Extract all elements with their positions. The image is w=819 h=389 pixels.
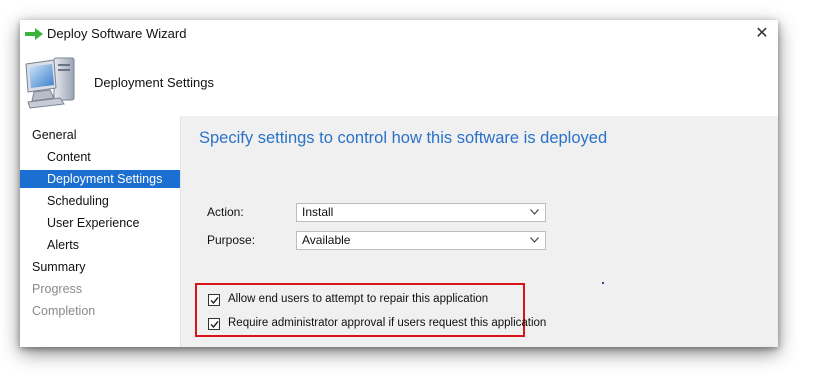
chevron-down-icon [530,209,539,215]
sidebar-item-alerts[interactable]: Alerts [20,236,180,254]
approval-checkbox[interactable] [208,318,220,330]
sidebar-item-deployment-settings[interactable]: Deployment Settings [20,170,180,188]
purpose-value: Available [302,233,351,247]
sidebar-item-completion: Completion [32,304,96,318]
banner-title: Deployment Settings [94,75,214,90]
purpose-label: Purpose: [207,233,256,247]
sidebar-item-summary[interactable]: Summary [20,258,180,276]
repair-checkbox[interactable] [208,294,220,306]
wizard-sidebar: General Content Deployment Settings Sche… [20,116,180,347]
sidebar-item-general[interactable]: General [20,126,180,144]
stray-dot [602,282,604,284]
action-value: Install [302,205,334,219]
purpose-dropdown[interactable]: Available [296,231,546,250]
sidebar-item-progress: Progress [32,282,83,296]
computer-icon [25,57,75,109]
title-bar: Deploy Software Wizard ✕ [20,20,778,48]
sidebar-item-user-experience[interactable]: User Experience [20,214,180,232]
settings-panel: Specify settings to control how this sof… [181,116,778,347]
wizard-banner: Deployment Settings [20,48,778,114]
sidebar-item-scheduling[interactable]: Scheduling [20,192,180,210]
sidebar-item-content[interactable]: Content [20,148,180,166]
close-button[interactable]: ✕ [752,24,772,44]
repair-checkbox-label: Allow end users to attempt to repair thi… [228,293,489,305]
chevron-down-icon [530,237,539,243]
action-label: Action: [207,205,244,219]
page-heading: Specify settings to control how this sof… [199,129,608,147]
approval-checkbox-label: Require administrator approval if users … [228,317,547,329]
green-arrow-icon [25,28,43,40]
wizard-window: Deploy Software Wizard ✕ Deployment Sett… [20,20,778,347]
checkmark-icon [210,321,219,329]
stage: Deploy Software Wizard ✕ Deployment Sett… [0,0,819,389]
action-dropdown[interactable]: Install [296,203,546,222]
checkmark-icon [210,297,219,305]
window-title: Deploy Software Wizard [47,26,187,41]
